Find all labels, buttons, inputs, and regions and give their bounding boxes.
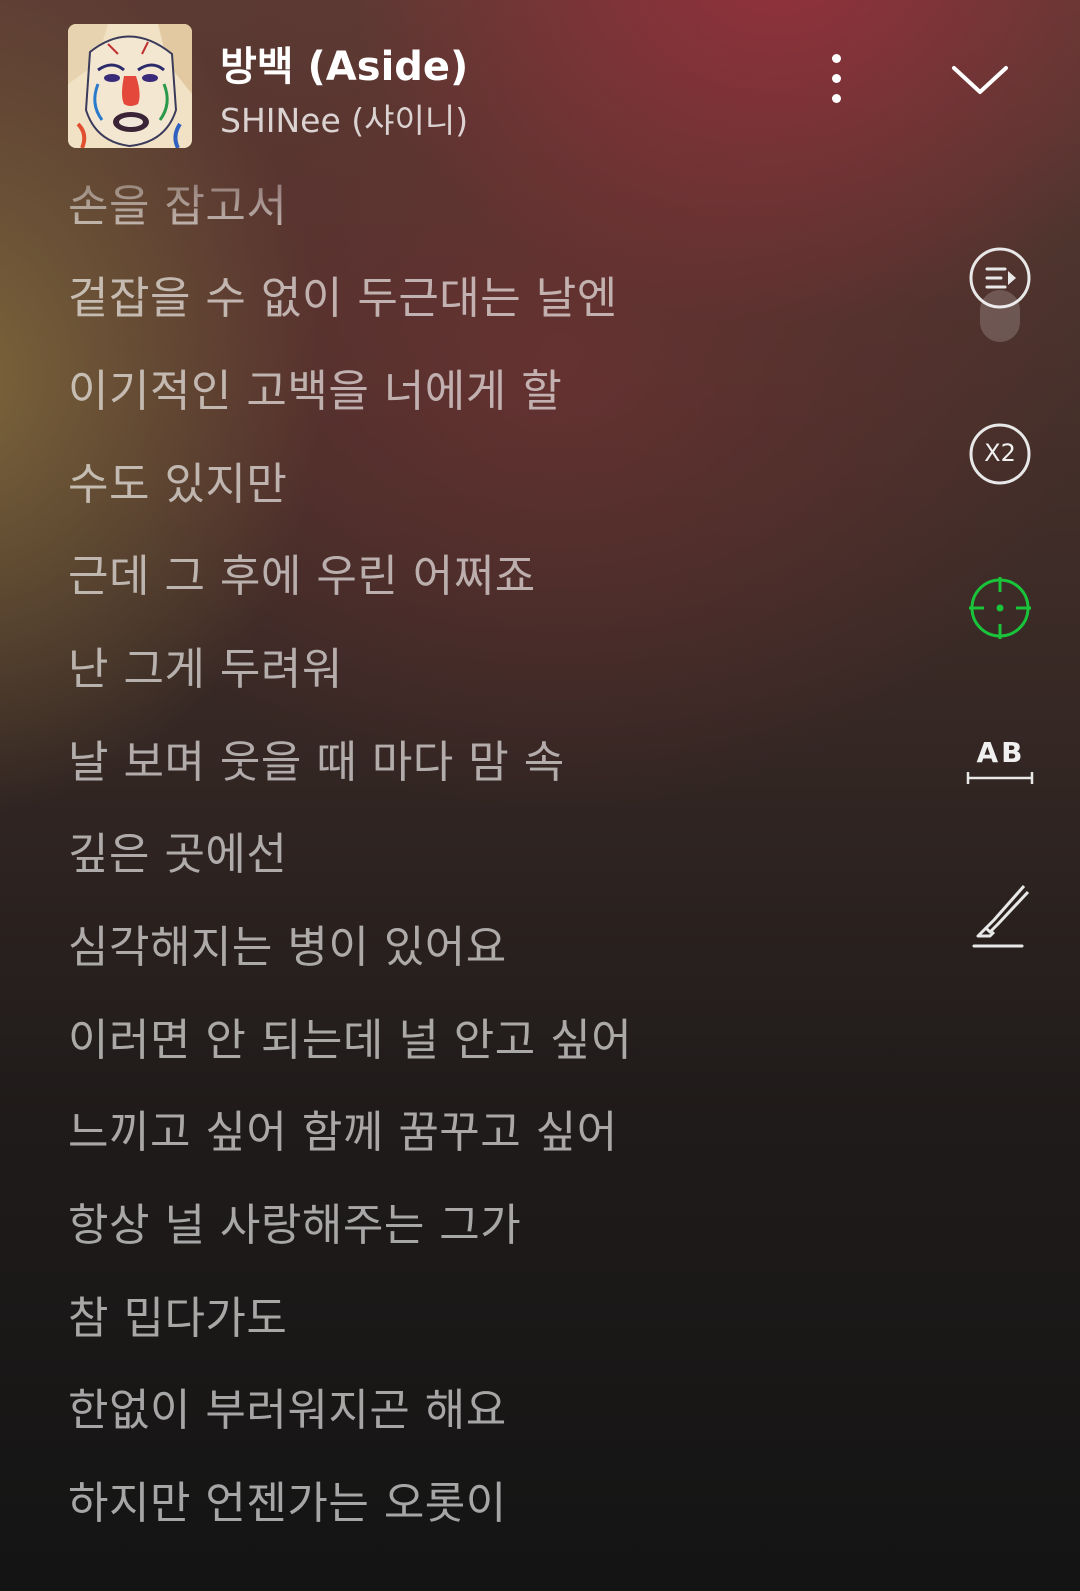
highlight-button[interactable]	[968, 882, 1036, 952]
lyric-line[interactable]: 항상 널 사랑해주는 그가	[68, 1189, 521, 1253]
more-options-button[interactable]	[820, 50, 852, 106]
lyric-line[interactable]: 날 보며 웃을 때 마다 맘 속	[68, 726, 565, 790]
lyric-line[interactable]: 손을 잡고서	[68, 170, 287, 234]
font-size-button[interactable]: AB	[966, 736, 1036, 800]
lyric-line[interactable]: 하지만 언젠가는 오롯이	[68, 1467, 507, 1531]
lyric-line[interactable]: 근데 그 후에 우린 어쩌죠	[68, 540, 536, 604]
lyric-line[interactable]: 겉잡을 수 없이 두근대는 날엔	[68, 262, 618, 326]
collapse-button[interactable]	[950, 56, 1010, 104]
lyrics-tool-rail: X2 AB	[966, 240, 1068, 980]
lyric-line[interactable]: 수도 있지만	[68, 448, 287, 512]
scroll-handle[interactable]	[980, 290, 1020, 342]
song-title: 방백 (Aside)	[220, 44, 469, 90]
lyrics-panel[interactable]: 손을 잡고서 겉잡을 수 없이 두근대는 날엔 이기적인 고백을 너에게 할 수…	[68, 150, 928, 1591]
lyric-line[interactable]: 이기적인 고백을 너에게 할	[68, 355, 562, 419]
crosshair-icon	[969, 577, 1031, 639]
font-size-label: AB	[976, 736, 1026, 769]
more-vertical-icon-dot	[832, 74, 841, 83]
lyric-line[interactable]: 심각해지는 병이 있어요	[68, 911, 507, 975]
lyric-line[interactable]: 참 밉다가도	[68, 1282, 287, 1346]
artist-name[interactable]: SHINee (샤이니)	[220, 94, 468, 142]
lyric-line[interactable]: 이러면 안 되는데 널 안고 싶어	[68, 1004, 632, 1068]
speed-label: X2	[984, 439, 1016, 467]
album-art[interactable]	[68, 24, 192, 148]
lyric-line[interactable]: 한없이 부러워지곤 해요	[68, 1374, 507, 1438]
lyric-line[interactable]: 깊은 곳에선	[68, 818, 287, 882]
chevron-down-icon	[952, 66, 1008, 94]
lyric-line[interactable]: 난 그게 두려워	[68, 633, 343, 697]
highlighter-icon	[972, 885, 1030, 948]
now-playing-header: 방백 (Aside) SHINee (샤이니)	[68, 24, 1068, 150]
lyric-line[interactable]: 느끼고 싶어 함께 꿈꾸고 싶어	[68, 1096, 618, 1160]
more-vertical-icon-dot	[832, 94, 841, 103]
more-vertical-icon	[832, 54, 841, 63]
speed-button[interactable]: X2	[968, 422, 1032, 486]
font-size-icon	[966, 772, 1034, 784]
locate-current-line-button[interactable]	[968, 576, 1032, 640]
